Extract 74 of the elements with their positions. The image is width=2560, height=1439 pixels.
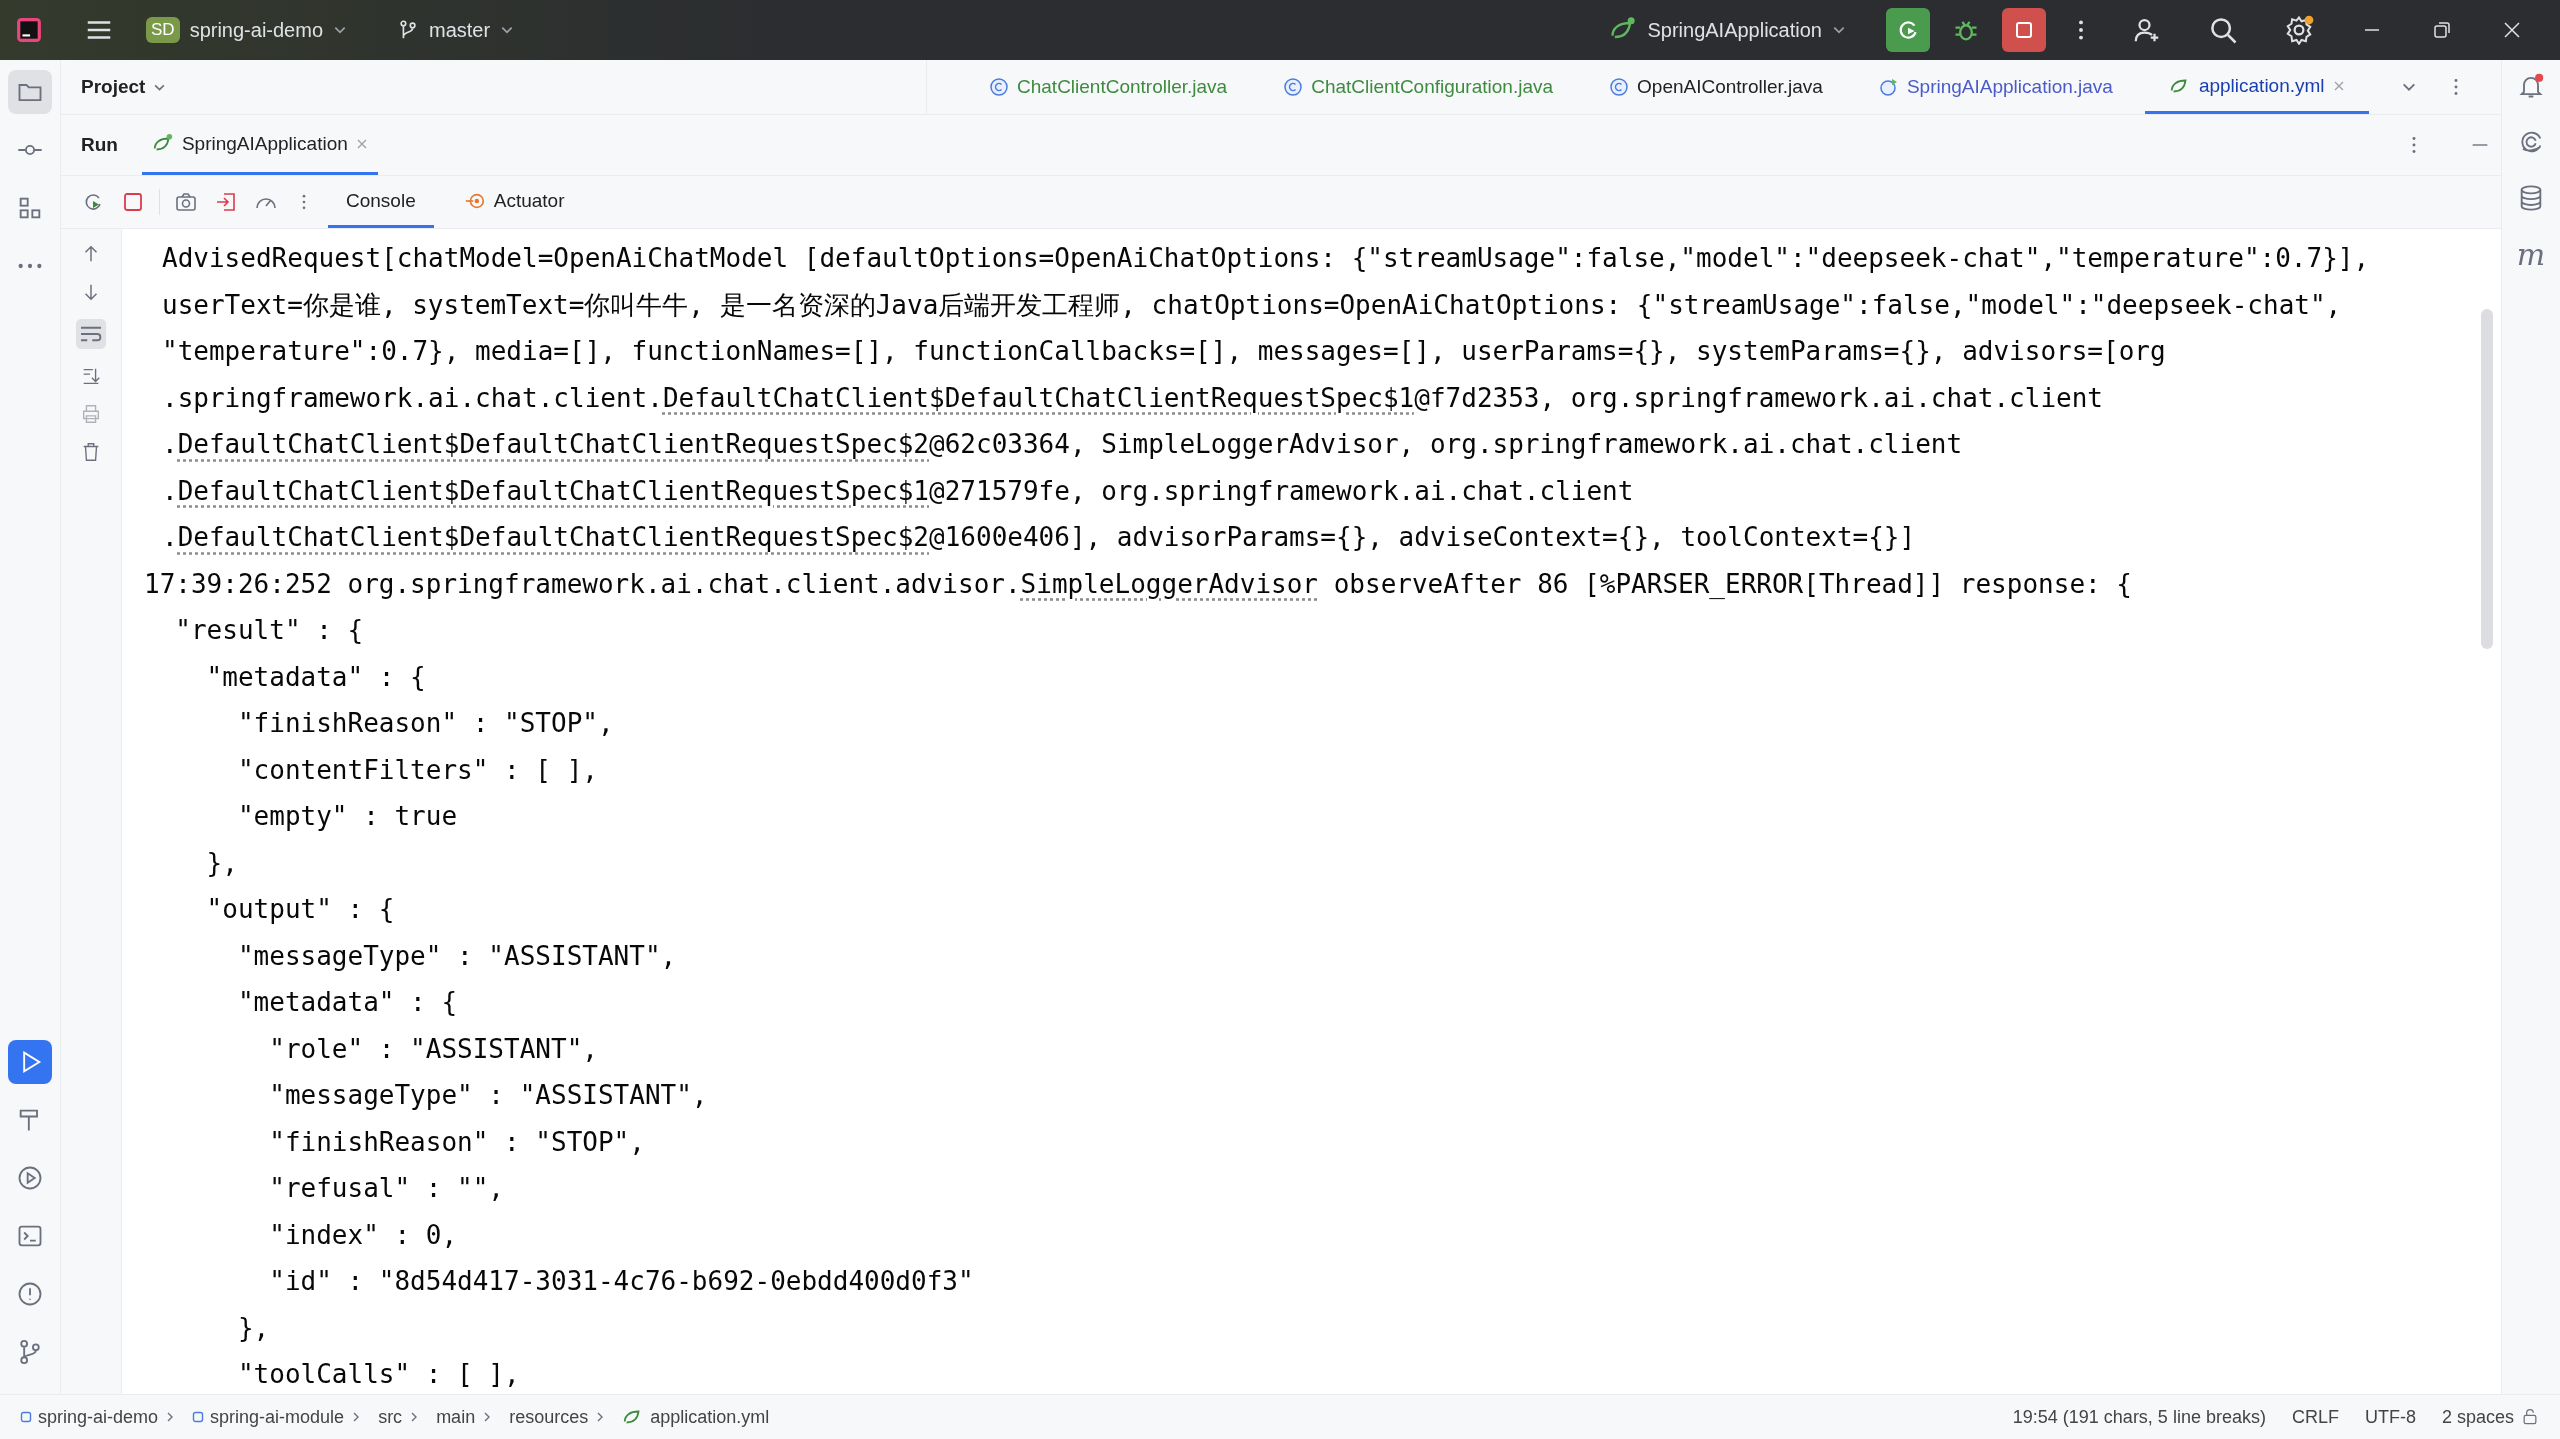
editor-tab[interactable]: OpenAIController.java — [1585, 60, 1847, 114]
status-item[interactable]: 2 spaces — [2441, 1406, 2514, 1428]
project-panel-title[interactable]: Project — [81, 76, 146, 98]
console-tab[interactable]: Actuator — [445, 176, 583, 228]
status-item[interactable]: 19:54 (191 chars, 5 line breaks) — [2012, 1406, 2266, 1428]
console-line: "messageType" : "ASSISTANT", — [268, 1079, 708, 1112]
branch-icon — [397, 19, 419, 41]
editor-tab[interactable]: SpringAIApplication.java — [1854, 60, 2137, 114]
run-config-selector[interactable]: SpringAIApplication — [1599, 10, 1856, 50]
camera-icon[interactable] — [174, 190, 198, 214]
console-line: "temperature":0.7}, media=[], functionNames=[], functionCallbacks=[], messages=[], userParams={}, systemParams={}, advisors=[org — [161, 335, 2166, 368]
breadcrumb-item[interactable]: resources — [509, 1406, 589, 1428]
console-line: "contentFilters" : [ ], — [236, 753, 598, 787]
scrollbar[interactable] — [2481, 309, 2493, 649]
console-line: .DefaultChatClient$DefaultChatClientRequestSpec$2@1600e406], advisorParams={}, adviseContext={}, toolContext={}] — [161, 521, 1916, 554]
console-line: "id" : "8d54d417-3031-4c76-b692-0ebdd400d0f3" — [268, 1265, 974, 1298]
app-logo-icon[interactable] — [16, 17, 42, 43]
console-line: 17:39:26:252 org.springframework.ai.chat.client.advisor.SimpleLoggerAdvisor observeAfter 86 [%PARSER_ERROR[Thread]] response: { — [144, 567, 2132, 601]
console-line: "result" : { — [174, 614, 364, 647]
class-file-icon — [1609, 77, 1630, 97]
app-class-icon — [1878, 77, 1899, 97]
console-line: AdvisedRequest[chatModel=OpenAiChatModel [defaultOptions=OpenAiChatOptions: {"streamUsage":false,"model":"deepseek-chat","temperature":0.7}], — [161, 242, 2370, 275]
console-line: "role" : "ASSISTANT", — [268, 1032, 598, 1066]
console-line: "finishReason" : "STOP", — [268, 1125, 645, 1159]
console-line: "output" : { — [205, 893, 395, 926]
editor-tab[interactable]: application.yml — [2144, 60, 2369, 114]
editor-tab[interactable]: ChatClientController.java — [965, 60, 1252, 114]
folder-tool-button[interactable] — [8, 70, 52, 114]
console-line: "messageType" : "ASSISTANT", — [236, 939, 677, 973]
login-icon[interactable] — [214, 190, 238, 214]
console-line: userText=你是谁, systemText=你叫牛牛, 是一名资深的Java后端开发工程师, chatOptions=OpenAiChatOptions: {"streamUsage":false,"model":"deepseek-chat", — [161, 288, 2342, 322]
more-icon — [18, 263, 42, 269]
editor-tab[interactable]: ChatClientConfiguration.java — [1259, 60, 1578, 114]
console-line: .DefaultChatClient$DefaultChatClientRequestSpec$1@271579fe, org.springframework.ai.chat.client — [161, 474, 1634, 508]
warning-icon — [16, 1280, 44, 1308]
close-tab-icon[interactable] — [2332, 79, 2345, 92]
maven-icon[interactable]: m — [2516, 240, 2546, 270]
console-line: "empty" : true — [236, 800, 458, 833]
class-file-icon — [1283, 77, 1304, 97]
console-line: "toolCalls" : [ ], — [236, 1358, 520, 1391]
console-line: }, — [205, 846, 238, 880]
run-panel-title: Run — [81, 134, 118, 156]
stop-icon[interactable] — [121, 190, 145, 214]
search-icon[interactable] — [2208, 15, 2238, 45]
breadcrumb-item[interactable]: spring-ai-module — [210, 1406, 345, 1428]
console-line: "refusal" : "", — [268, 1172, 505, 1205]
module-icon — [192, 1411, 205, 1423]
breadcrumb-item[interactable]: application.yml — [650, 1406, 770, 1428]
class-file-icon — [989, 77, 1009, 97]
breadcrumb-item[interactable]: main — [436, 1406, 476, 1428]
console-line: "finishReason" : "STOP", — [236, 707, 614, 740]
console-line: "metadata" : { — [205, 660, 426, 694]
play-circle-icon — [16, 1164, 44, 1192]
run-tool-button[interactable] — [8, 1040, 52, 1084]
run-tab[interactable]: SpringAIApplication — [141, 115, 378, 175]
module-icon — [20, 1411, 32, 1423]
console-line: "index" : 0, — [268, 1218, 458, 1252]
project-badge: SD — [146, 17, 180, 43]
status-item[interactable]: UTF-8 — [2364, 1406, 2416, 1428]
branch-selector[interactable]: master — [387, 12, 525, 48]
stop-button[interactable] — [2002, 8, 2046, 52]
soft-wrap-icon[interactable] — [76, 319, 106, 349]
breadcrumb-item[interactable]: src — [378, 1406, 403, 1428]
console-line: }, — [236, 1311, 270, 1345]
close-tab-icon[interactable] — [355, 137, 368, 150]
breadcrumb-item[interactable]: spring-ai-demo — [38, 1406, 159, 1428]
console-line: .DefaultChatClient$DefaultChatClientRequestSpec$2@62c03364, SimpleLoggerAdvisor, org.springframework.ai.chat.client — [161, 428, 1963, 461]
status-item[interactable]: CRLF — [2291, 1406, 2339, 1428]
rerun-button[interactable] — [1886, 8, 1930, 52]
settings-icon[interactable] — [2284, 15, 2314, 45]
notification-bell-icon[interactable] — [2517, 72, 2545, 100]
console-line: .springframework.ai.chat.client.DefaultChatClient$DefaultChatClientRequestSpec$1@f7d2353, org.springframework.ai.chat.client — [161, 381, 2103, 415]
project-selector[interactable]: SD spring-ai-demo — [136, 11, 357, 49]
console-line: "metadata" : { — [236, 986, 458, 1019]
